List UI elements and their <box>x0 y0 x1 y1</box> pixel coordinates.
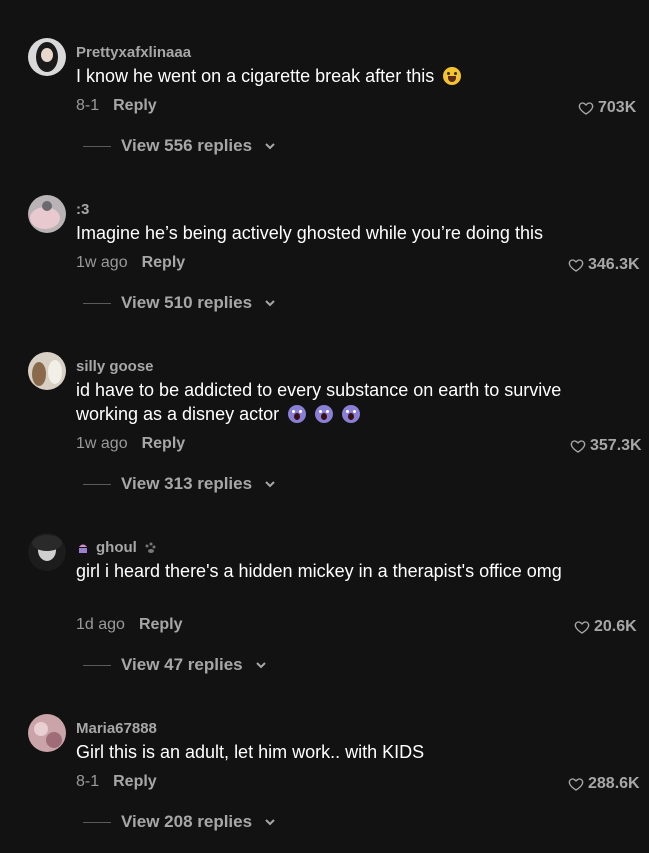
view-replies-button[interactable]: View 510 replies <box>83 293 276 313</box>
avatar[interactable] <box>28 714 66 752</box>
like-button[interactable]: 20.6K <box>574 618 637 636</box>
heart-icon <box>578 102 594 115</box>
username[interactable]: silly goose <box>76 358 154 375</box>
comment-date: 1d ago <box>76 616 125 633</box>
like-count: 346.3K <box>588 256 640 273</box>
like-button[interactable]: 703K <box>578 99 636 117</box>
view-replies-label: View 47 replies <box>121 655 243 674</box>
like-count: 357.3K <box>590 437 642 454</box>
view-replies-label: View 313 replies <box>121 474 253 493</box>
comment-date: 8-1 <box>76 773 100 790</box>
username[interactable]: ghoul <box>76 539 157 556</box>
chevron-down-icon <box>265 481 275 488</box>
username[interactable]: Prettyxafxlinaaa <box>76 44 191 61</box>
chevron-down-icon <box>265 819 275 826</box>
like-button[interactable]: 288.6K <box>568 775 640 793</box>
comment-date: 8-1 <box>76 97 100 114</box>
divider-line <box>83 145 111 147</box>
view-replies-label: View 510 replies <box>121 293 253 312</box>
chevron-down-icon <box>255 662 266 669</box>
screaming-face-emoji-icon <box>342 405 361 423</box>
like-button[interactable]: 346.3K <box>568 256 640 274</box>
divider-line <box>83 664 111 666</box>
heart-icon <box>574 621 590 634</box>
username[interactable]: :3 <box>76 201 89 218</box>
view-replies-button[interactable]: View 208 replies <box>83 812 276 832</box>
paw-icon <box>145 542 156 553</box>
like-count: 288.6K <box>588 775 640 792</box>
comment-meta: 1d ago Reply <box>76 616 183 634</box>
avatar[interactable] <box>28 533 66 571</box>
comment-text: id have to be addicted to every substanc… <box>76 380 562 424</box>
screaming-face-emoji-icon <box>315 405 334 423</box>
divider-line <box>83 483 111 485</box>
reply-button[interactable]: Reply <box>142 435 186 453</box>
avatar[interactable] <box>28 352 66 390</box>
comment-text: Imagine he’s being actively ghosted whil… <box>76 223 543 243</box>
comment-meta: 1w ago Reply <box>76 254 185 272</box>
view-replies-button[interactable]: View 556 replies <box>83 136 276 156</box>
comment-text: I know he went on a cigarette break afte… <box>76 64 576 88</box>
comment-text: Girl this is an adult, let him work.. wi… <box>76 742 425 762</box>
grinning-sweat-emoji-icon <box>443 67 462 85</box>
heart-icon <box>568 259 584 272</box>
comment-date: 1w ago <box>76 435 128 452</box>
reply-button[interactable]: Reply <box>139 616 183 634</box>
heart-icon <box>570 440 586 453</box>
like-count: 703K <box>598 99 637 116</box>
comment-text: girl i heard there's a hidden mickey in … <box>76 561 562 581</box>
view-replies-button[interactable]: View 313 replies <box>83 474 276 494</box>
avatar[interactable] <box>28 38 66 76</box>
chevron-down-icon <box>265 143 275 150</box>
like-button[interactable]: 357.3K <box>570 437 642 455</box>
reply-button[interactable]: Reply <box>142 254 186 272</box>
comment-meta: 8-1 Reply <box>76 97 157 115</box>
chevron-down-icon <box>265 300 275 307</box>
like-count: 20.6K <box>594 618 637 635</box>
username[interactable]: Maria67888 <box>76 720 157 737</box>
cupcake-icon <box>79 544 87 553</box>
divider-line <box>83 821 111 823</box>
view-replies-label: View 208 replies <box>121 812 253 831</box>
avatar[interactable] <box>28 195 66 233</box>
view-replies-label: View 556 replies <box>121 136 253 155</box>
comment-meta: 1w ago Reply <box>76 435 185 453</box>
comment-meta: 8-1 Reply <box>76 773 157 791</box>
screaming-face-emoji-icon <box>288 405 307 423</box>
reply-button[interactable]: Reply <box>113 773 157 791</box>
view-replies-button[interactable]: View 47 replies <box>83 655 267 675</box>
heart-icon <box>568 778 584 791</box>
comment-date: 1w ago <box>76 254 128 271</box>
reply-button[interactable]: Reply <box>113 97 157 115</box>
divider-line <box>83 302 111 304</box>
